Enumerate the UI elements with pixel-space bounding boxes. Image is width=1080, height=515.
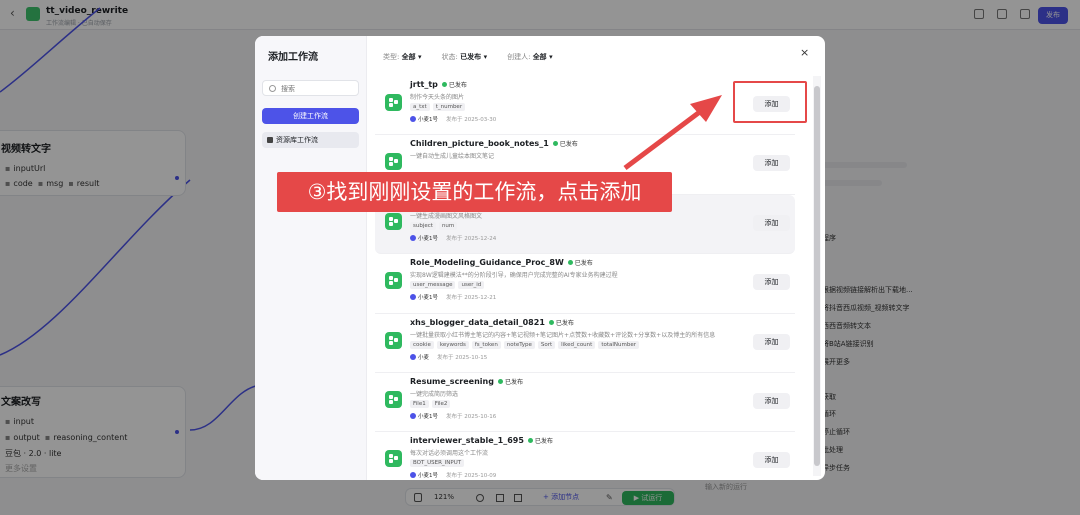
annotation-arrow [623,95,722,170]
annotation-banner: ③找到刚刚设置的工作流，点击添加 [277,172,672,212]
annotation-highlight-box [733,81,807,123]
